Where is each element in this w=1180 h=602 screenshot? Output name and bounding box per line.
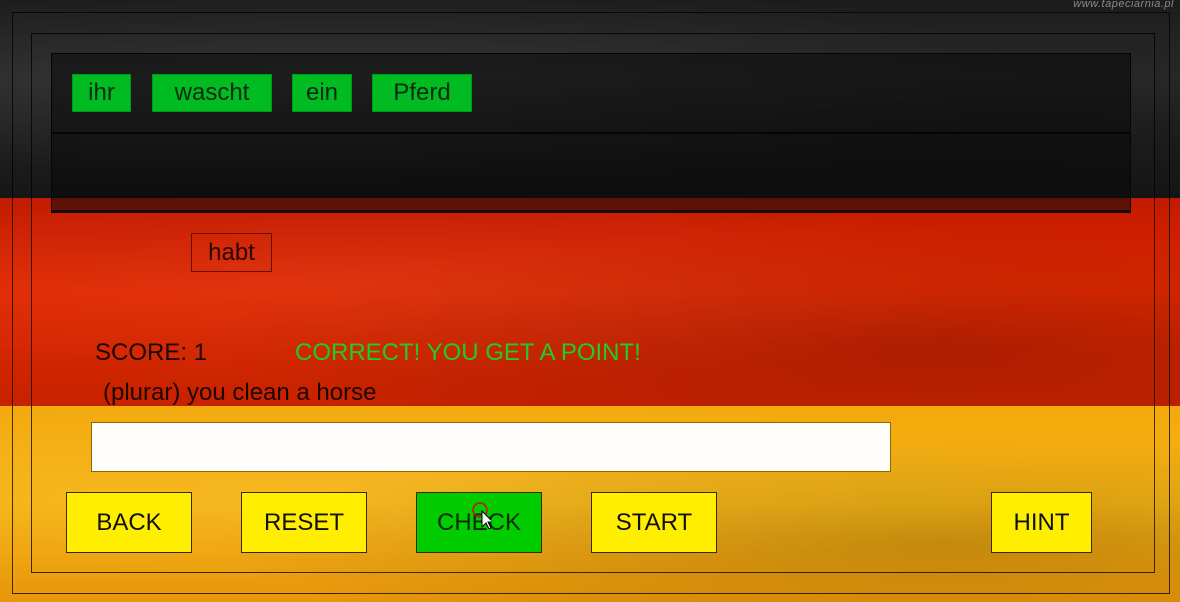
score-label: SCORE: 1 bbox=[95, 339, 208, 366]
reset-button[interactable]: RESET bbox=[241, 492, 367, 553]
available-word-tile[interactable]: habt bbox=[191, 233, 272, 272]
back-button[interactable]: BACK bbox=[66, 492, 192, 553]
answer-word-tile[interactable]: ein bbox=[292, 74, 352, 112]
hint-button[interactable]: HINT bbox=[991, 492, 1092, 553]
start-button[interactable]: START bbox=[591, 492, 717, 553]
sentence-prompt: (plurar) you clean a horse bbox=[103, 379, 377, 406]
feedback-message: CORRECT! YOU GET A POINT! bbox=[295, 339, 641, 366]
answer-word-tile[interactable]: ihr bbox=[72, 74, 131, 112]
check-button[interactable]: CHECK bbox=[416, 492, 542, 553]
answer-drop-zone[interactable]: ihr wascht ein Pferd bbox=[51, 53, 1131, 213]
answer-word-tile[interactable]: Pferd bbox=[372, 74, 472, 112]
watermark: www.tapeciarnia.pl bbox=[1073, 0, 1174, 10]
answer-word-tile[interactable]: wascht bbox=[152, 74, 272, 112]
panel-bottom-edge bbox=[52, 210, 1130, 213]
answer-input[interactable] bbox=[91, 422, 891, 472]
panel-divider bbox=[52, 132, 1130, 134]
